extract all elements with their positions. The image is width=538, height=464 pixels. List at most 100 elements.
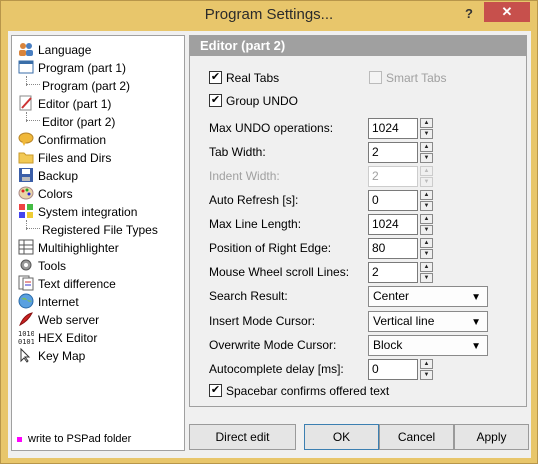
- sidebar-item-editor-part2[interactable]: Editor (part 2): [42, 112, 115, 130]
- tab-width-spinner[interactable]: ▲ ▼: [420, 142, 433, 163]
- wheel-scroll-input[interactable]: 2: [368, 262, 418, 283]
- spin-up-button[interactable]: ▲: [420, 118, 433, 128]
- sidebar-item-program-part1[interactable]: Program (part 1): [18, 58, 126, 76]
- sidebar-item-text-difference[interactable]: Text difference: [18, 274, 116, 292]
- grid-icon: [18, 239, 34, 255]
- chat-bubble-icon: [18, 131, 34, 147]
- spacebar-confirms-checkbox[interactable]: ✔ Spacebar confirms offered text: [209, 384, 389, 398]
- checkbox-label: Group UNDO: [226, 94, 299, 108]
- palette-icon: [18, 185, 34, 201]
- help-button[interactable]: ?: [457, 4, 481, 24]
- settings-category-tree[interactable]: Language Program (part 1) Program (part …: [11, 35, 185, 451]
- panel-title: Editor (part 2): [190, 36, 526, 56]
- spin-down-button[interactable]: ▼: [420, 273, 433, 283]
- tree-connector: [26, 84, 40, 85]
- spin-up-button[interactable]: ▲: [420, 190, 433, 200]
- checkbox-box[interactable]: ✔: [209, 94, 222, 108]
- sidebar-item-confirmation[interactable]: Confirmation: [18, 130, 106, 148]
- auto-refresh-input[interactable]: 0: [368, 190, 418, 211]
- spin-up-button[interactable]: ▲: [420, 166, 433, 176]
- close-button[interactable]: ✕: [484, 2, 530, 22]
- spin-down-button[interactable]: ▼: [420, 153, 433, 163]
- wheel-scroll-spinner[interactable]: ▲ ▼: [420, 262, 433, 283]
- chevron-down-icon: ▼: [471, 341, 481, 352]
- checkbox-box[interactable]: ✔: [209, 384, 222, 398]
- sidebar-item-language[interactable]: Language: [18, 40, 91, 58]
- spin-down-button[interactable]: ▼: [420, 129, 433, 139]
- indent-width-spinner[interactable]: ▲ ▼: [420, 166, 433, 187]
- autocomplete-delay-input[interactable]: 0: [368, 359, 418, 380]
- max-undo-spinner[interactable]: ▲ ▼: [420, 118, 433, 139]
- sidebar-item-label: Confirmation: [38, 132, 107, 147]
- direct-edit-button[interactable]: Direct edit: [189, 424, 296, 450]
- legend-text: write to PSPad folder: [28, 433, 132, 445]
- max-line-length-spinner[interactable]: ▲ ▼: [420, 214, 433, 235]
- windows-flag-icon: [18, 203, 34, 219]
- sidebar-item-system-integration[interactable]: System integration: [18, 202, 137, 220]
- tab-width-input[interactable]: 2: [368, 142, 418, 163]
- right-edge-spinner[interactable]: ▲ ▼: [420, 238, 433, 259]
- checkbox-box[interactable]: ✔: [209, 71, 222, 85]
- sidebar-item-editor-part1[interactable]: Editor (part 1): [18, 94, 111, 112]
- sidebar-item-label: Multihighlighter: [38, 240, 119, 255]
- sidebar-item-label: Language: [38, 42, 92, 57]
- sidebar-item-program-part2[interactable]: Program (part 2): [42, 76, 130, 94]
- insert-cursor-select[interactable]: Vertical line ▼: [368, 311, 488, 332]
- checkbox-label: Spacebar confirms offered text: [226, 384, 390, 398]
- binary-icon: 1010 0101: [18, 329, 35, 346]
- cancel-button[interactable]: Cancel: [379, 424, 454, 450]
- max-line-length-input[interactable]: 1024: [368, 214, 418, 235]
- sidebar-item-label: Registered File Types: [42, 222, 158, 237]
- spin-up-button[interactable]: ▲: [420, 262, 433, 272]
- sidebar-item-registered-file-types[interactable]: Registered File Types: [42, 220, 158, 238]
- spin-down-button[interactable]: ▼: [420, 201, 433, 211]
- checkbox-label: Smart Tabs: [386, 71, 447, 85]
- svg-text:1010: 1010: [18, 330, 34, 338]
- autocomplete-delay-spinner[interactable]: ▲ ▼: [420, 359, 433, 380]
- overwrite-cursor-select[interactable]: Block ▼: [368, 335, 488, 356]
- indent-width-input[interactable]: 2: [368, 166, 418, 187]
- sidebar-item-multihighlighter[interactable]: Multihighlighter: [18, 238, 119, 256]
- smart-tabs-checkbox[interactable]: Smart Tabs: [369, 71, 446, 85]
- sidebar-item-label: HEX Editor: [38, 330, 98, 345]
- group-undo-checkbox[interactable]: ✔ Group UNDO: [209, 94, 298, 108]
- search-result-select[interactable]: Center ▼: [368, 286, 488, 307]
- spin-down-button[interactable]: ▼: [420, 249, 433, 259]
- sidebar-item-colors[interactable]: Colors: [18, 184, 73, 202]
- sidebar-item-web-server[interactable]: Web server: [18, 310, 99, 328]
- spin-down-button[interactable]: ▼: [420, 177, 433, 187]
- sidebar-item-label: Web server: [38, 312, 100, 327]
- sidebar-item-files-and-dirs[interactable]: Files and Dirs: [18, 148, 111, 166]
- sidebar-item-tools[interactable]: Tools: [18, 256, 66, 274]
- autocomplete-delay-label: Autocomplete delay [ms]:: [209, 362, 344, 376]
- apply-button[interactable]: Apply: [454, 424, 529, 450]
- sidebar-item-hex-editor[interactable]: 1010 0101 HEX Editor: [18, 328, 97, 346]
- spin-up-button[interactable]: ▲: [420, 238, 433, 248]
- checkbox-box[interactable]: [369, 71, 382, 85]
- real-tabs-checkbox[interactable]: ✔ Real Tabs: [209, 71, 279, 85]
- title-bar[interactable]: Program Settings... ? ✕: [1, 1, 537, 31]
- spin-down-button[interactable]: ▼: [420, 225, 433, 235]
- sidebar-item-backup[interactable]: Backup: [18, 166, 78, 184]
- ok-button[interactable]: OK: [304, 424, 379, 450]
- feather-icon: [18, 311, 34, 327]
- legend-marker: [17, 436, 22, 442]
- wheel-scroll-label: Mouse Wheel scroll Lines:: [209, 265, 350, 279]
- right-edge-input[interactable]: 80: [368, 238, 418, 259]
- spin-up-button[interactable]: ▲: [420, 142, 433, 152]
- tab-width-label: Tab Width:: [209, 145, 266, 159]
- editor-settings-panel: Editor (part 2) ✔ Real Tabs Smart Tabs ✔ G…: [189, 35, 527, 407]
- auto-refresh-spinner[interactable]: ▲ ▼: [420, 190, 433, 211]
- max-undo-input[interactable]: 1024: [368, 118, 418, 139]
- sidebar-item-key-map[interactable]: Key Map: [18, 346, 85, 364]
- spin-up-button[interactable]: ▲: [420, 359, 433, 369]
- sidebar-item-label: Text difference: [38, 276, 116, 291]
- spin-up-button[interactable]: ▲: [420, 214, 433, 224]
- program-settings-window: Program Settings... ? ✕ Language Program…: [0, 0, 538, 464]
- spin-down-button[interactable]: ▼: [420, 370, 433, 380]
- legend: write to PSPad folder: [17, 433, 131, 445]
- language-people-icon: [18, 41, 34, 57]
- sidebar-item-internet[interactable]: Internet: [18, 292, 79, 310]
- tools-gear-icon: [18, 257, 34, 273]
- max-undo-label: Max UNDO operations:: [209, 121, 334, 135]
